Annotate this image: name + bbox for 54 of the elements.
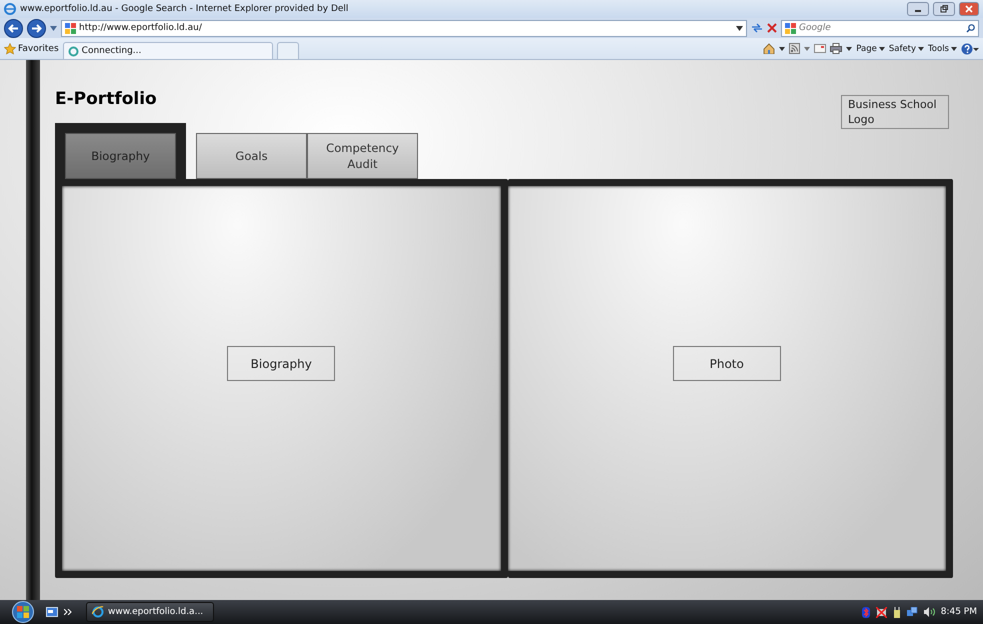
network-error-icon[interactable]: [876, 606, 887, 618]
search-placeholder: Google: [799, 23, 831, 33]
search-icon[interactable]: [966, 24, 975, 32]
logo-text: Business School Logo: [848, 98, 937, 126]
menu-button[interactable]: Tools: [928, 44, 957, 54]
power-icon[interactable]: [892, 606, 901, 618]
tab[interactable]: Biography: [65, 133, 176, 179]
taskbar-button[interactable]: www.eportfolio.ld.a...: [86, 602, 214, 622]
ie-logo-icon: [4, 3, 16, 15]
dropdown-icon[interactable]: [736, 26, 743, 30]
tab-title: Connecting...: [82, 46, 142, 56]
show-desktop-icon[interactable]: [46, 607, 58, 617]
tab[interactable]: Competency Audit: [307, 133, 418, 179]
restore-button[interactable]: [933, 2, 955, 16]
feed-icon[interactable]: [789, 43, 800, 54]
volume-icon[interactable]: [924, 607, 935, 617]
address-bar[interactable]: http://www.eportfolio.ld.au/: [61, 20, 747, 36]
menu-button[interactable]: Page: [856, 44, 885, 54]
page-title: E-Portfolio: [55, 89, 157, 109]
printer-icon[interactable]: [830, 43, 842, 54]
back-icon[interactable]: [4, 18, 23, 38]
mail-icon[interactable]: [814, 44, 826, 53]
chevron-icon[interactable]: [64, 609, 72, 615]
search-field[interactable]: Google: [781, 20, 979, 36]
caret-icon: [951, 46, 957, 50]
star-icon: [4, 42, 16, 54]
forward-icon[interactable]: [27, 18, 46, 38]
close-button[interactable]: [959, 2, 979, 16]
address-text: http://www.eportfolio.ld.au/: [79, 23, 202, 33]
tab[interactable]: Goals: [196, 133, 307, 179]
search-provider-icon: [785, 22, 796, 34]
home-icon[interactable]: [763, 43, 776, 54]
browser-tab[interactable]: Connecting...: [62, 42, 273, 59]
placeholder-label: Biography: [227, 346, 336, 381]
dropdown-icon[interactable]: [846, 46, 852, 50]
window-title: www.eportfolio.ld.au - Google Search - Internet Explorer provided by Dell: [20, 4, 348, 14]
loading-icon: [68, 46, 79, 56]
network-icon[interactable]: [906, 607, 918, 617]
close-icon: [965, 5, 973, 13]
refresh-icon[interactable]: [751, 23, 763, 33]
site-icon: [65, 22, 76, 34]
help-icon[interactable]: [961, 42, 979, 54]
menu-button[interactable]: Safety: [888, 44, 924, 54]
caret-icon: [918, 46, 924, 50]
bluetooth-icon[interactable]: [862, 606, 870, 618]
stop-icon[interactable]: [767, 23, 777, 33]
ie-logo-icon: [92, 606, 104, 618]
dropdown-icon[interactable]: [779, 46, 786, 50]
restore-icon: [940, 5, 948, 13]
placeholder-label: Photo: [672, 346, 781, 381]
caret-icon: [878, 46, 885, 50]
minimize-button[interactable]: [907, 2, 929, 16]
clock: 8:45 PM: [940, 607, 977, 617]
favorites-button[interactable]: Favorites: [4, 42, 59, 54]
